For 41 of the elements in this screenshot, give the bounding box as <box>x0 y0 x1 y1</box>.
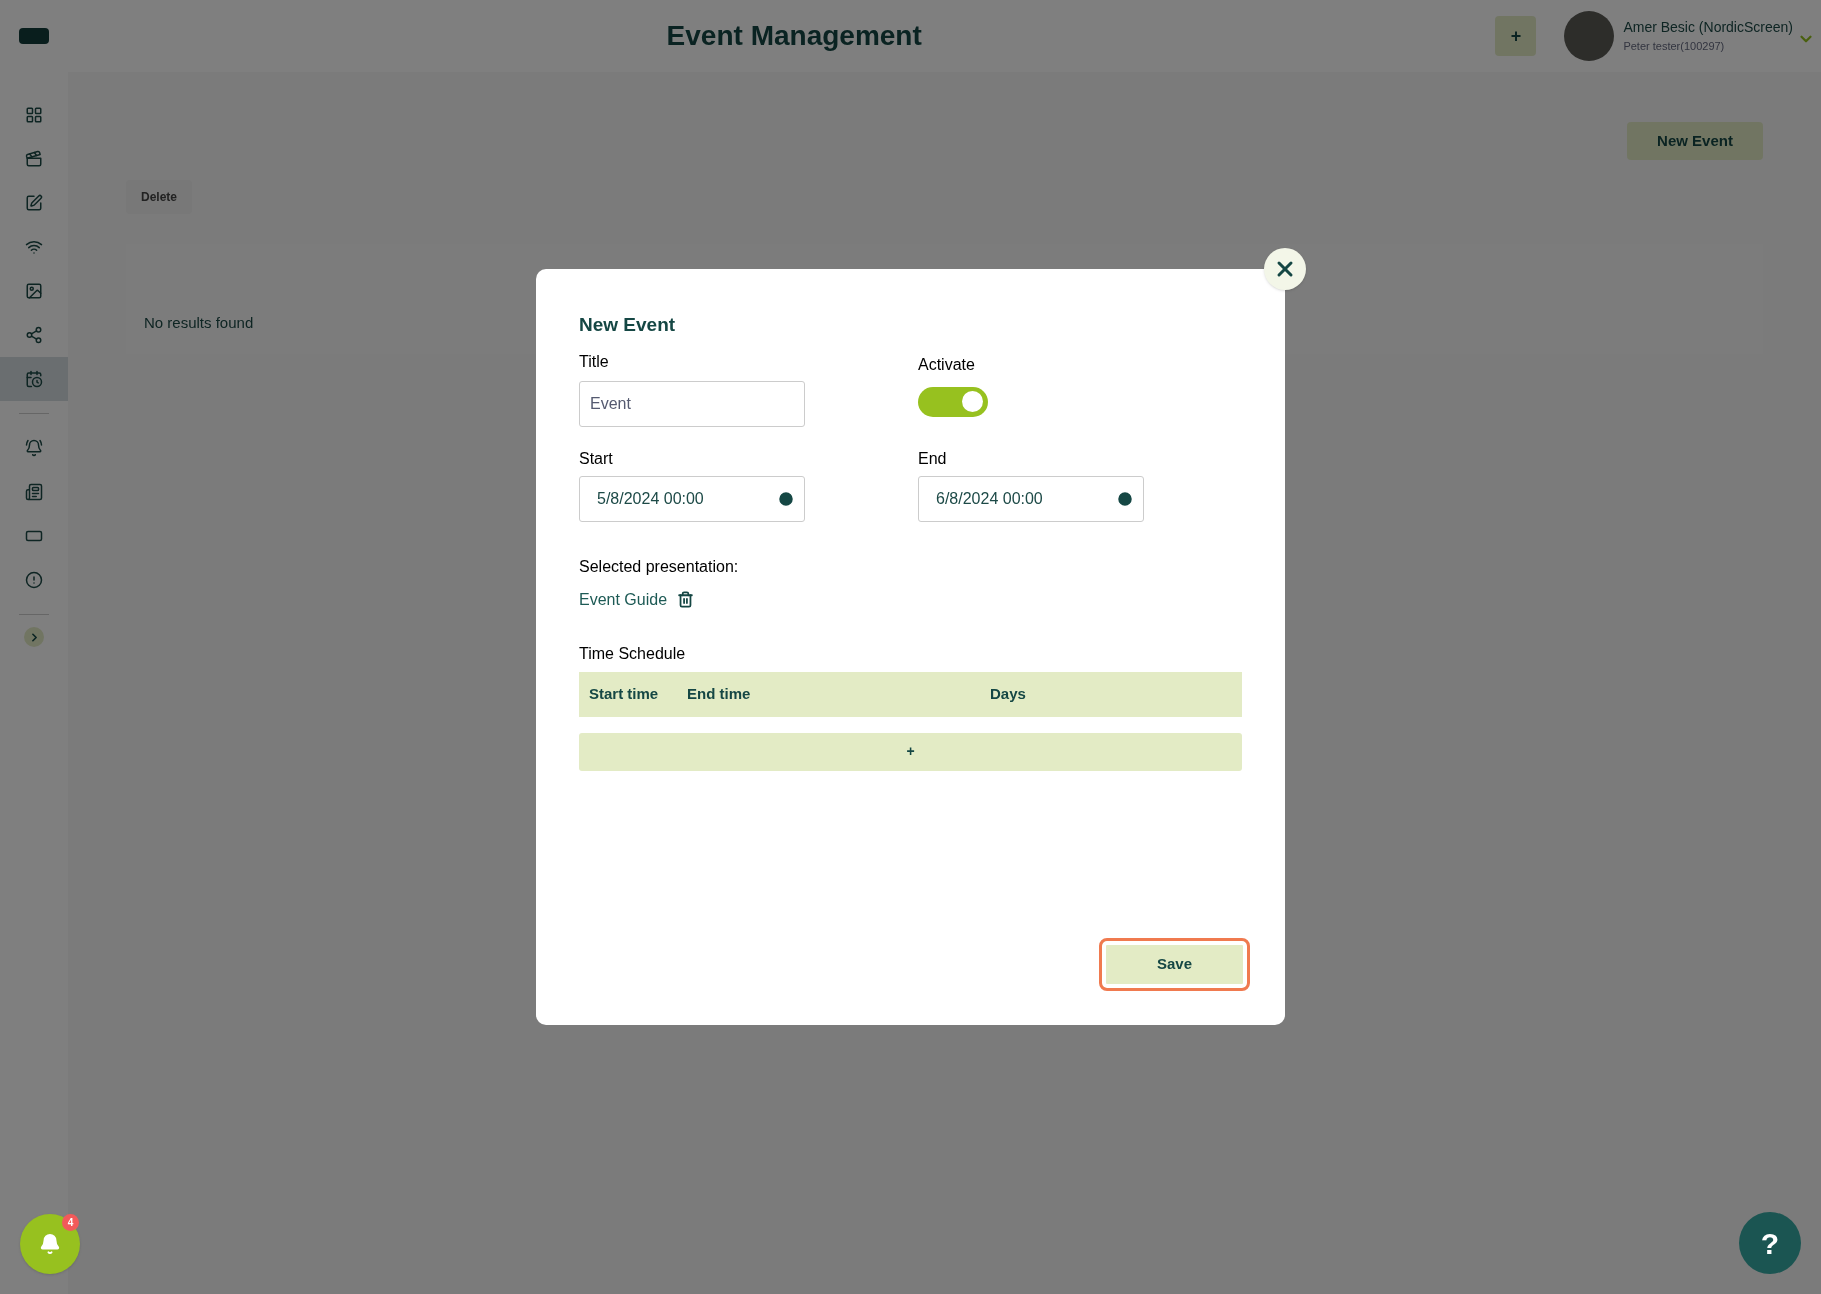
logo-icon <box>19 28 49 44</box>
image-icon <box>25 282 43 300</box>
field-label: End <box>918 448 948 469</box>
title-field[interactable]: Event <box>579 380 805 427</box>
start-field[interactable]: 5/8/2024 00:00 <box>579 475 805 522</box>
activate-toggle[interactable] <box>918 386 988 417</box>
user-name: Amer Besic (NordicScreen) <box>1623 18 1793 38</box>
section-label: Time Schedule <box>579 643 687 664</box>
add-row-button[interactable]: + <box>579 732 1242 771</box>
notification-badge: 4 <box>62 1214 79 1231</box>
column-header: Days <box>990 683 1027 704</box>
help-button[interactable]: ? <box>1739 1212 1801 1274</box>
avatar <box>1564 11 1615 61</box>
close-button[interactable] <box>1264 248 1306 290</box>
wifi-icon <box>25 238 43 256</box>
bell-icon <box>39 1233 61 1255</box>
modal-title: New Event <box>579 313 677 337</box>
toggle-knob <box>962 391 983 412</box>
column-header: End time <box>687 683 752 704</box>
expand-button[interactable] <box>24 627 44 647</box>
edit-icon <box>25 194 43 212</box>
sidebar-item[interactable] <box>0 357 68 401</box>
calendar-clock-icon <box>25 370 43 388</box>
field-label: Activate <box>918 354 976 375</box>
end-field[interactable]: 6/8/2024 00:00 <box>918 475 1144 522</box>
save-button[interactable]: Save <box>1099 938 1250 991</box>
trash-icon[interactable] <box>677 591 695 608</box>
media-icon <box>25 150 43 168</box>
alert-icon <box>25 571 43 589</box>
bell-icon <box>25 439 43 457</box>
share-icon <box>25 326 43 344</box>
field-label: Start <box>579 448 614 469</box>
presentation-link[interactable]: Event Guide <box>579 587 668 612</box>
grid-icon <box>25 106 43 124</box>
user-account: Peter tester(100297) <box>1623 39 1726 55</box>
field-label: Title <box>579 351 610 372</box>
newspaper-icon <box>25 483 43 501</box>
field-label: Selected presentation: <box>579 556 740 577</box>
page-title: Event Management <box>666 19 922 53</box>
empty-message: No results found <box>144 312 254 333</box>
column-header: Start time <box>589 683 660 704</box>
